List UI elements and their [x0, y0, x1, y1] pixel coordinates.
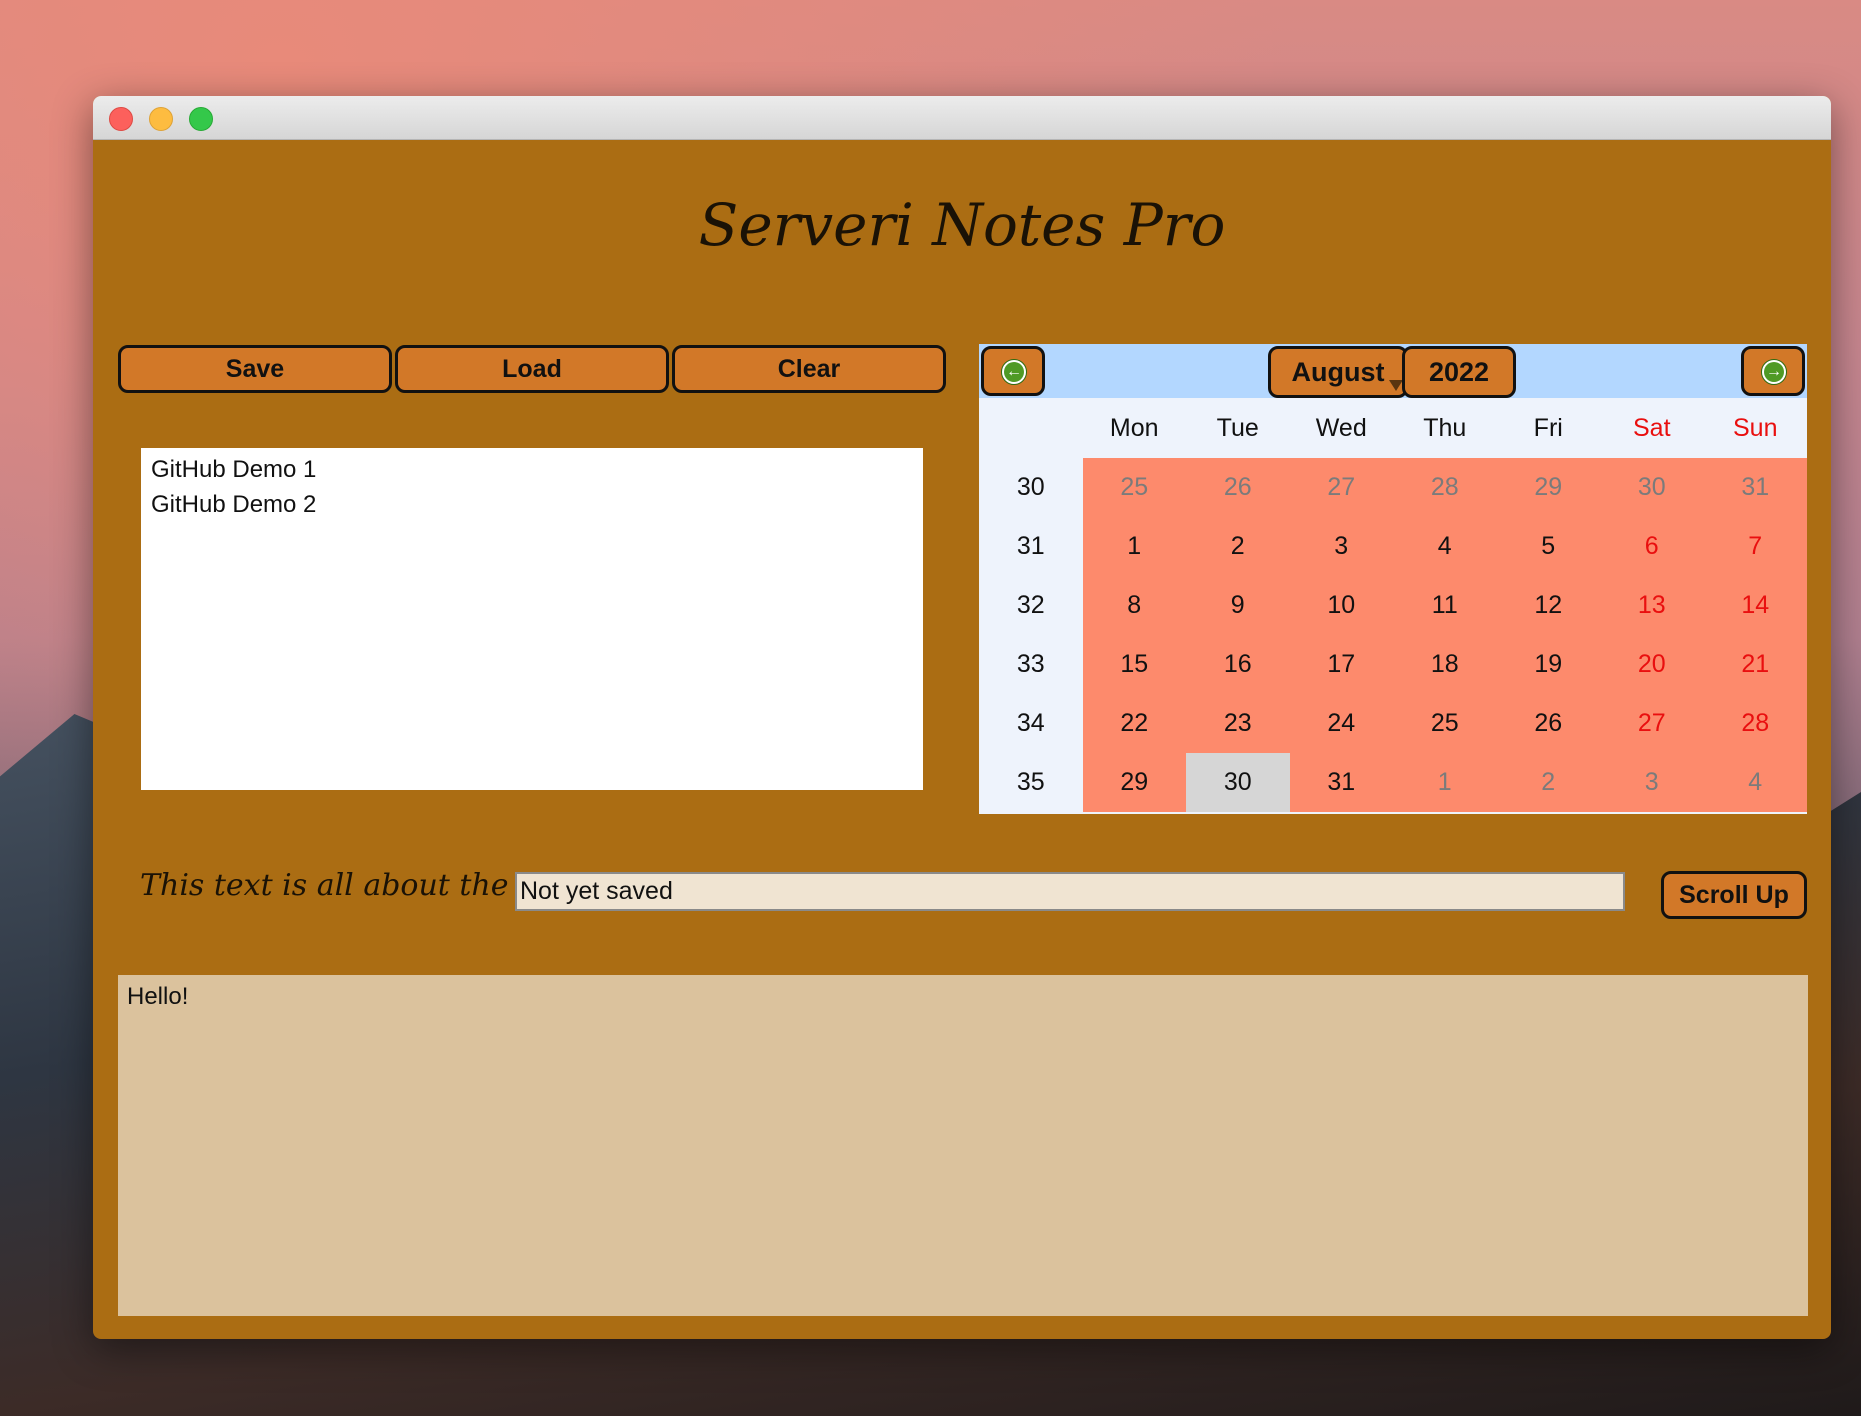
calendar-day[interactable]: 2 — [1186, 517, 1290, 576]
close-window-button[interactable] — [109, 107, 133, 131]
calendar-day[interactable]: 2 — [1496, 753, 1600, 812]
calendar-day[interactable]: 25 — [1393, 694, 1497, 753]
calendar-day[interactable]: 5 — [1496, 517, 1600, 576]
week-number-header — [979, 398, 1083, 458]
weekday-header-row: Mon Tue Wed Thu Fri Sat Sun — [979, 398, 1807, 458]
calendar-day[interactable]: 6 — [1600, 517, 1704, 576]
calendar-day[interactable]: 1 — [1082, 517, 1186, 576]
calendar-day[interactable]: 23 — [1186, 694, 1290, 753]
calendar-day[interactable]: 9 — [1186, 576, 1290, 635]
calendar-day[interactable]: 30 — [1186, 753, 1290, 812]
calendar-day[interactable]: 26 — [1496, 694, 1600, 753]
calendar-day[interactable]: 1 — [1393, 753, 1497, 812]
calendar-day[interactable]: 15 — [1082, 635, 1186, 694]
calendar-day[interactable]: 20 — [1600, 635, 1704, 694]
month-label: August — [1291, 357, 1385, 387]
calendar-day[interactable]: 27 — [1600, 694, 1704, 753]
calendar-week-row: 32 8 9 10 11 12 13 14 — [979, 576, 1807, 635]
list-item[interactable]: GitHub Demo 1 — [141, 452, 923, 487]
calendar-day[interactable]: 16 — [1186, 635, 1290, 694]
calendar-day[interactable]: 4 — [1393, 517, 1497, 576]
weekday-header: Sat — [1632, 414, 1671, 442]
weekday-header: Mon — [1109, 414, 1159, 442]
calendar-day[interactable]: 26 — [1186, 458, 1290, 517]
app-window: Serveri Notes Pro Save Load Clear GitHub… — [93, 96, 1831, 1339]
weekday-header: Sun — [1733, 414, 1778, 442]
calendar-day[interactable]: 13 — [1600, 576, 1704, 635]
load-button[interactable]: Load — [395, 345, 669, 393]
calendar-day[interactable]: 19 — [1496, 635, 1600, 694]
calendar-day[interactable]: 17 — [1289, 635, 1393, 694]
calendar-day[interactable]: 7 — [1703, 517, 1807, 576]
calendar: ← August 2022 → Mon Tue Wed Thu Fri Sat … — [979, 344, 1807, 814]
clear-button[interactable]: Clear — [672, 345, 946, 393]
save-button[interactable]: Save — [118, 345, 392, 393]
calendar-day[interactable]: 14 — [1703, 576, 1807, 635]
calendar-day[interactable]: 27 — [1289, 458, 1393, 517]
calendar-navigation-bar: ← August 2022 → — [979, 344, 1807, 398]
weekday-header: Fri — [1533, 414, 1563, 442]
topic-input[interactable] — [515, 872, 1625, 911]
calendar-day[interactable]: 29 — [1496, 458, 1600, 517]
week-number: 32 — [979, 576, 1083, 635]
next-month-button[interactable]: → — [1741, 346, 1805, 396]
calendar-day[interactable]: 31 — [1289, 753, 1393, 812]
app-title: Serveri Notes Pro — [698, 191, 1226, 259]
week-number: 31 — [979, 517, 1083, 576]
week-number: 34 — [979, 694, 1083, 753]
calendar-day[interactable]: 18 — [1393, 635, 1497, 694]
calendar-day[interactable]: 31 — [1703, 458, 1807, 517]
arrow-right-icon: → — [1761, 359, 1787, 385]
calendar-week-row: 35 29 30 31 1 2 3 4 — [979, 753, 1807, 812]
calendar-day[interactable]: 3 — [1289, 517, 1393, 576]
title-bar[interactable] — [93, 96, 1831, 140]
calendar-day[interactable]: 28 — [1703, 694, 1807, 753]
calendar-day[interactable]: 8 — [1082, 576, 1186, 635]
calendar-week-row: 31 1 2 3 4 5 6 7 — [979, 517, 1807, 576]
month-selector[interactable]: August — [1268, 346, 1408, 398]
week-number: 35 — [979, 753, 1083, 812]
calendar-day[interactable]: 28 — [1393, 458, 1497, 517]
week-number: 33 — [979, 635, 1083, 694]
list-item[interactable]: GitHub Demo 2 — [141, 487, 923, 522]
week-number: 30 — [979, 458, 1083, 517]
calendar-day[interactable]: 12 — [1496, 576, 1600, 635]
calendar-grid: Mon Tue Wed Thu Fri Sat Sun 30 25 26 27 28 29… — [979, 398, 1807, 812]
previous-month-button[interactable]: ← — [981, 346, 1045, 396]
calendar-day[interactable]: 21 — [1703, 635, 1807, 694]
zoom-window-button[interactable] — [189, 107, 213, 131]
note-text-area[interactable]: Hello! — [118, 975, 1808, 1316]
calendar-week-row: 34 22 23 24 25 26 27 28 — [979, 694, 1807, 753]
calendar-week-row: 30 25 26 27 28 29 30 31 — [979, 458, 1807, 517]
minimize-window-button[interactable] — [149, 107, 173, 131]
weekday-header: Wed — [1315, 414, 1367, 442]
weekday-header: Tue — [1216, 414, 1259, 442]
year-selector[interactable]: 2022 — [1402, 346, 1516, 398]
calendar-week-row: 33 15 16 17 18 19 20 21 — [979, 635, 1807, 694]
calendar-day[interactable]: 30 — [1600, 458, 1704, 517]
notes-list[interactable]: GitHub Demo 1 GitHub Demo 2 — [141, 448, 923, 790]
calendar-day[interactable]: 29 — [1082, 753, 1186, 812]
weekday-header: Thu — [1423, 414, 1467, 442]
calendar-day[interactable]: 11 — [1393, 576, 1497, 635]
calendar-day[interactable]: 24 — [1289, 694, 1393, 753]
calendar-day[interactable]: 3 — [1600, 753, 1704, 812]
calendar-day[interactable]: 25 — [1082, 458, 1186, 517]
topic-label: This text is all about the — [140, 868, 509, 903]
calendar-day[interactable]: 4 — [1703, 753, 1807, 812]
chevron-down-icon — [1389, 380, 1403, 391]
calendar-day[interactable]: 10 — [1289, 576, 1393, 635]
arrow-left-icon: ← — [1001, 359, 1027, 385]
calendar-day[interactable]: 22 — [1082, 694, 1186, 753]
scroll-up-button[interactable]: Scroll Up — [1661, 871, 1807, 919]
